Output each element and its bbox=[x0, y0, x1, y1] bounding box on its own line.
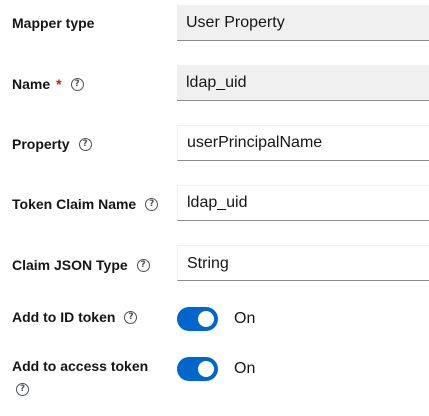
help-icon[interactable] bbox=[70, 77, 84, 91]
name-field: ldap_uid bbox=[177, 65, 429, 101]
help-icon[interactable] bbox=[16, 383, 29, 396]
add-to-access-token-label: Add to access token bbox=[12, 357, 148, 375]
switch-state-label: On bbox=[234, 310, 256, 327]
property-label-text: Property bbox=[12, 136, 70, 152]
switch-toggle[interactable] bbox=[177, 357, 218, 381]
add-to-id-token-label-text: Add to ID token bbox=[12, 309, 116, 325]
mapper-type-field: User Property bbox=[177, 5, 429, 41]
token-claim-name-label: Token Claim Name bbox=[12, 195, 159, 213]
property-label: Property bbox=[12, 135, 92, 153]
name-label: Name * bbox=[12, 75, 84, 93]
switch-toggle[interactable] bbox=[177, 307, 218, 331]
property-input[interactable] bbox=[177, 125, 429, 161]
switch-knob bbox=[198, 361, 214, 377]
token-claim-name-input[interactable] bbox=[177, 185, 429, 221]
add-to-access-token-label-text: Add to access token bbox=[12, 358, 149, 374]
claim-json-type-label: Claim JSON Type bbox=[12, 256, 150, 274]
help-icon[interactable] bbox=[124, 310, 138, 324]
claim-json-type-select[interactable]: String bbox=[177, 245, 429, 281]
token-claim-name-label-text: Token Claim Name bbox=[12, 196, 137, 212]
help-icon[interactable] bbox=[136, 258, 150, 272]
help-icon[interactable] bbox=[78, 137, 92, 151]
add-to-access-token-switch[interactable]: On bbox=[177, 357, 255, 381]
mapper-type-label: Mapper type bbox=[12, 14, 94, 32]
add-to-id-token-label: Add to ID token bbox=[12, 308, 138, 326]
mapper-type-label-text: Mapper type bbox=[12, 15, 95, 31]
switch-state-label: On bbox=[234, 360, 256, 377]
mapper-details-form: Mapper type User Property Name * ldap_ui… bbox=[0, 0, 429, 416]
help-icon[interactable] bbox=[145, 197, 159, 211]
switch-knob bbox=[198, 311, 214, 327]
add-to-id-token-switch[interactable]: On bbox=[177, 307, 255, 331]
claim-json-type-label-text: Claim JSON Type bbox=[12, 257, 128, 273]
name-label-text: Name bbox=[12, 76, 51, 92]
required-indicator: * bbox=[56, 76, 62, 92]
